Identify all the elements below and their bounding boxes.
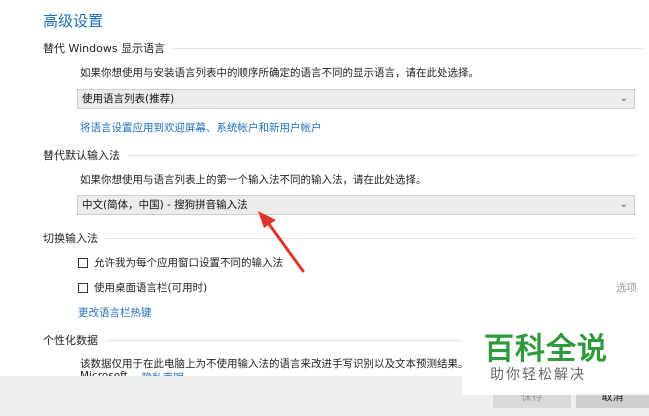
watermark: 百科全说 助你轻松解决 bbox=[462, 320, 649, 395]
watermark-subtitle: 助你轻松解决 bbox=[490, 367, 586, 383]
watermark-title: 百科全说 bbox=[484, 332, 608, 367]
